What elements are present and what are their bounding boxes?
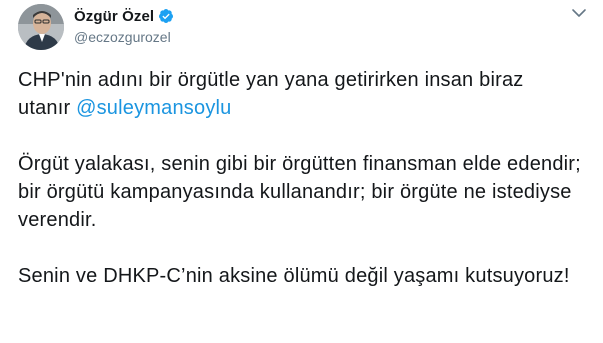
display-name-row: Özgür Özel [74,6,174,26]
mention-link[interactable]: @suleymansoylu [76,97,231,119]
chevron-down-icon[interactable] [570,6,588,20]
avatar[interactable] [18,4,64,50]
tweet-paragraph-2: Örgüt yalakası, senin gibi bir örgütten … [18,153,581,231]
profile-photo-icon [18,4,64,50]
tweet-text: CHP'nin adını bir örgütle yan yana getir… [18,66,588,290]
author-names: Özgür Özel @eczozgurozel [74,6,174,45]
author-handle[interactable]: @eczozgurozel [74,29,174,45]
verified-badge-icon [158,8,174,24]
tweet-header: Özgür Özel @eczozgurozel [18,2,588,52]
tweet-paragraph-1: CHP'nin adını bir örgütle yan yana getir… [18,66,588,122]
tweet-line: CHP'nin adını bir örgütle yan yana getir… [18,69,524,91]
display-name[interactable]: Özgür Özel [74,8,154,25]
tweet-card: Özgür Özel @eczozgurozel CHP'nin adını b… [0,0,603,343]
tweet-line: utanır [18,97,77,119]
tweet-paragraph-3: Senin ve DHKP-C’nin aksine ölümü değil y… [18,265,570,287]
